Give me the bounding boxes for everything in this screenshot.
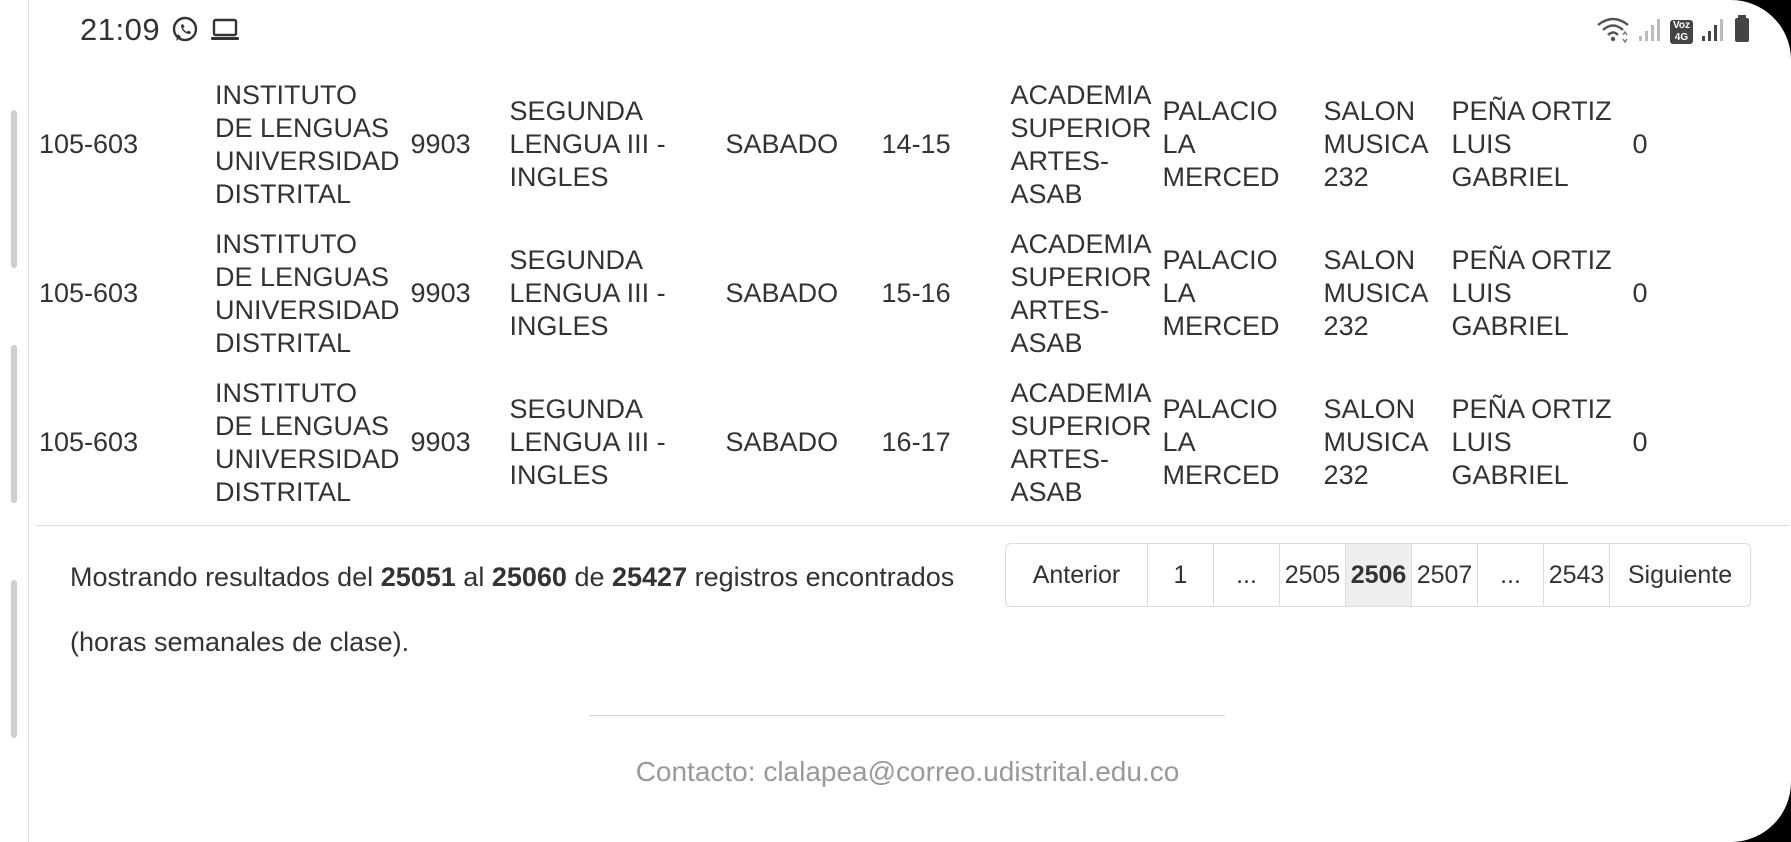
cell-building: PALACIO LA MERCED [1162, 96, 1280, 192]
cell-number: 9903 [410, 427, 471, 457]
cell-code: 105-603 [39, 278, 139, 308]
cell-room: SALON MUSICA 232 [1323, 245, 1428, 341]
cell-campus: ACADEMIA SUPERIOR ARTES-ASAB [1010, 228, 1152, 358]
pagination-page-2505[interactable]: 2505 [1279, 543, 1346, 607]
whatsapp-icon [170, 15, 200, 45]
cell-subject: SEGUNDA LENGUA III - INGLES [509, 245, 666, 341]
table-row: 105-603 INSTITUTO DE LENGUAS UNIVERSIDAD… [34, 368, 1679, 517]
schedule-table: 105-603 INSTITUTO DE LENGUAS UNIVERSIDAD… [34, 70, 1679, 517]
pagination-ellipsis[interactable]: ... [1213, 543, 1280, 607]
status-bar: 21:09 Voz 4G [80, 10, 1751, 50]
cell-teacher: PEÑA ORTIZ LUIS GABRIEL [1451, 96, 1612, 192]
summary-to: 25060 [491, 562, 567, 592]
status-time: 21:09 [80, 12, 161, 47]
wifi-icon [1596, 15, 1630, 48]
results-summary: Mostrando resultados del 25051 al 25060 … [70, 545, 970, 675]
cell-room: SALON MUSICA 232 [1323, 394, 1428, 490]
cell-institute: INSTITUTO DE LENGUAS UNIVERSIDAD DISTRIT… [215, 79, 400, 209]
volte-icon: Voz 4G [1669, 19, 1693, 44]
cell-campus: ACADEMIA SUPERIOR ARTES-ASAB [1010, 79, 1152, 209]
scrollbar-segment[interactable] [11, 580, 17, 738]
cell-count: 0 [1632, 129, 1648, 159]
cell-code: 105-603 [39, 427, 139, 457]
pagination-page-2507[interactable]: 2507 [1411, 543, 1478, 607]
cell-day: SABADO [725, 129, 839, 159]
cell-institute: INSTITUTO DE LENGUAS UNIVERSIDAD DISTRIT… [215, 377, 400, 507]
cell-number: 9903 [410, 129, 471, 159]
summary-from: 25051 [380, 562, 456, 592]
cell-building: PALACIO LA MERCED [1162, 245, 1280, 341]
cell-room: SALON MUSICA 232 [1323, 96, 1428, 192]
footer-contact: Contacto: clalapea@correo.udistrital.edu… [635, 756, 1180, 787]
summary-prefix: Mostrando resultados del [70, 562, 374, 592]
phone-screen: 21:09 Voz 4G 105-603 INSTITUTO DE LENGUA… [0, 0, 1791, 842]
status-icons: Voz 4G [1596, 14, 1751, 49]
table-row: 105-603 INSTITUTO DE LENGUAS UNIVERSIDAD… [34, 219, 1679, 368]
footer-divider [590, 715, 1225, 716]
battery-icon [1733, 14, 1751, 49]
cell-count: 0 [1632, 278, 1648, 308]
pagination: Anterior 1 ... 2505 2506 2507 ... 2543 S… [1005, 543, 1751, 607]
cell-day: SABADO [725, 278, 839, 308]
laptop-icon [210, 17, 240, 43]
signal-icon [1638, 16, 1662, 47]
scrollbar-segment[interactable] [11, 110, 17, 268]
cell-teacher: PEÑA ORTIZ LUIS GABRIEL [1451, 245, 1612, 341]
cell-day: SABADO [725, 427, 839, 457]
pagination-prev-button[interactable]: Anterior [1005, 543, 1148, 607]
cell-building: PALACIO LA MERCED [1162, 394, 1280, 490]
cell-hours: 14-15 [881, 129, 951, 159]
cell-hours: 15-16 [881, 278, 951, 308]
volte-label: Voz [1672, 19, 1690, 31]
pagination-page-2543[interactable]: 2543 [1543, 543, 1610, 607]
pagination-page-2506[interactable]: 2506 [1345, 543, 1412, 607]
cell-number: 9903 [410, 278, 471, 308]
cell-hours: 16-17 [881, 427, 951, 457]
cell-institute: INSTITUTO DE LENGUAS UNIVERSIDAD DISTRIT… [215, 228, 400, 358]
network-label: 4G [1674, 31, 1689, 43]
signal-icon [1701, 16, 1725, 47]
cell-subject: SEGUNDA LENGUA III - INGLES [509, 96, 666, 192]
cell-count: 0 [1632, 427, 1648, 457]
cell-teacher: PEÑA ORTIZ LUIS GABRIEL [1451, 394, 1612, 490]
pagination-next-button[interactable]: Siguiente [1609, 543, 1751, 607]
pagination-ellipsis[interactable]: ... [1477, 543, 1544, 607]
scrollbar-segment[interactable] [11, 345, 17, 503]
cell-code: 105-603 [39, 129, 139, 159]
cell-subject: SEGUNDA LENGUA III - INGLES [509, 394, 666, 490]
summary-total: 25427 [612, 562, 688, 592]
pagination-page-1[interactable]: 1 [1147, 543, 1214, 607]
summary-al: al [463, 562, 485, 592]
summary-de: de [574, 562, 605, 592]
cell-campus: ACADEMIA SUPERIOR ARTES-ASAB [1010, 377, 1152, 507]
table-row: 105-603 INSTITUTO DE LENGUAS UNIVERSIDAD… [34, 70, 1679, 219]
table-divider [37, 525, 1790, 526]
